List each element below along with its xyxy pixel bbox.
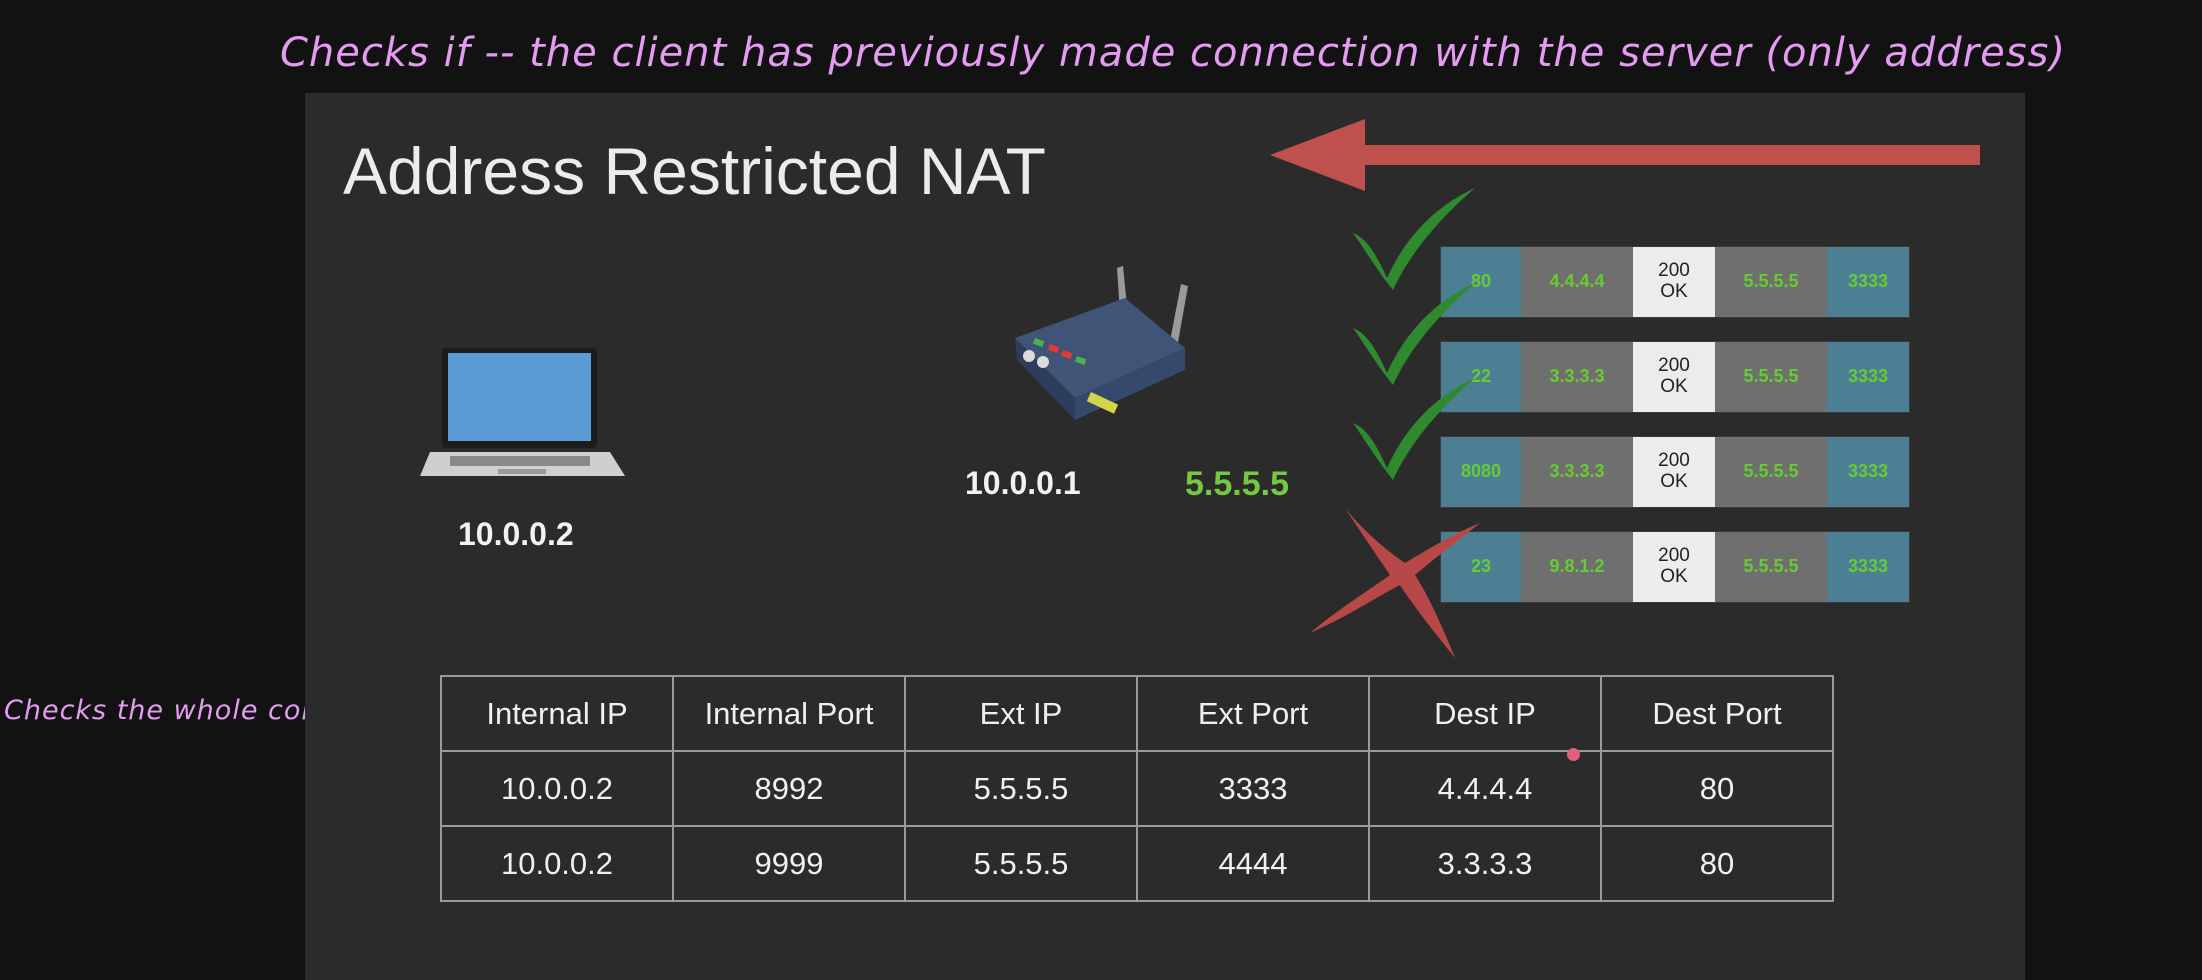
packet-row: 8080 3.3.3.3 200 OK 5.5.5.5 3333 [1440,436,1910,508]
nat-table: Internal IP Internal Port Ext IP Ext Por… [440,675,1834,902]
packet-status: 200 OK [1633,342,1715,412]
pointer-dot [1567,748,1580,761]
packet-row: 22 3.3.3.3 200 OK 5.5.5.5 3333 [1440,341,1910,413]
packet-src-ip: 3.3.3.3 [1521,342,1633,412]
packet-row: 23 9.8.1.2 200 OK 5.5.5.5 3333 [1440,531,1910,603]
table-row: 10.0.0.2 8992 5.5.5.5 3333 4.4.4.4 80 [440,750,1834,827]
table-cell: 10.0.0.2 [440,750,674,827]
table-cell: 4.4.4.4 [1368,750,1602,827]
laptop-ip: 10.0.0.2 [458,516,574,552]
public-ip: 5.5.5.5 [1185,465,1289,503]
slide-title: Address Restricted NAT [343,134,1046,208]
packet-dst-ip: 5.5.5.5 [1715,437,1827,507]
laptop-icon [420,348,625,476]
packet-dst-ip: 5.5.5.5 [1715,247,1827,317]
table-cell: 3.3.3.3 [1368,825,1602,902]
table-cell: 8992 [672,750,906,827]
slide: Address Restricted NAT 10.0.0.2 10.0.0.1… [305,93,2025,980]
packet-dst-port: 3333 [1827,437,1909,507]
table-row: 10.0.0.2 9999 5.5.5.5 4444 3.3.3.3 80 [440,825,1834,902]
table-cell: 80 [1600,825,1834,902]
packet-status: 200 OK [1633,532,1715,602]
table-cell: 80 [1600,750,1834,827]
packet-dst-port: 3333 [1827,247,1909,317]
column-header: Dest IP [1368,675,1602,752]
packet-status: 200 OK [1633,247,1715,317]
table-cell: 5.5.5.5 [904,825,1138,902]
packet-dst-port: 3333 [1827,532,1909,602]
column-header: Ext Port [1136,675,1370,752]
top-annotation: Checks if -- the client has previously m… [280,30,2066,76]
table-cell: 5.5.5.5 [904,750,1138,827]
router-icon [1015,266,1188,420]
table-header-row: Internal IP Internal Port Ext IP Ext Por… [440,675,1834,752]
packet-dst-port: 3333 [1827,342,1909,412]
cross-icon [1310,508,1480,658]
table-cell: 9999 [672,825,906,902]
packet-src-ip: 4.4.4.4 [1521,247,1633,317]
packet-dst-ip: 5.5.5.5 [1715,342,1827,412]
table-cell: 4444 [1136,825,1370,902]
table-cell: 10.0.0.2 [440,825,674,902]
left-annotation: Checks the whole config [4,695,357,726]
table-cell: 3333 [1136,750,1370,827]
router-ip: 10.0.0.1 [965,465,1081,501]
packet-src-ip: 3.3.3.3 [1521,437,1633,507]
column-header: Internal Port [672,675,906,752]
packet-src-ip: 9.8.1.2 [1521,532,1633,602]
packet-row: 80 4.4.4.4 200 OK 5.5.5.5 3333 [1440,246,1910,318]
packet-dst-ip: 5.5.5.5 [1715,532,1827,602]
column-header: Internal IP [440,675,674,752]
packet-status: 200 OK [1633,437,1715,507]
column-header: Dest Port [1600,675,1834,752]
column-header: Ext IP [904,675,1138,752]
check-icon [1353,378,1475,480]
